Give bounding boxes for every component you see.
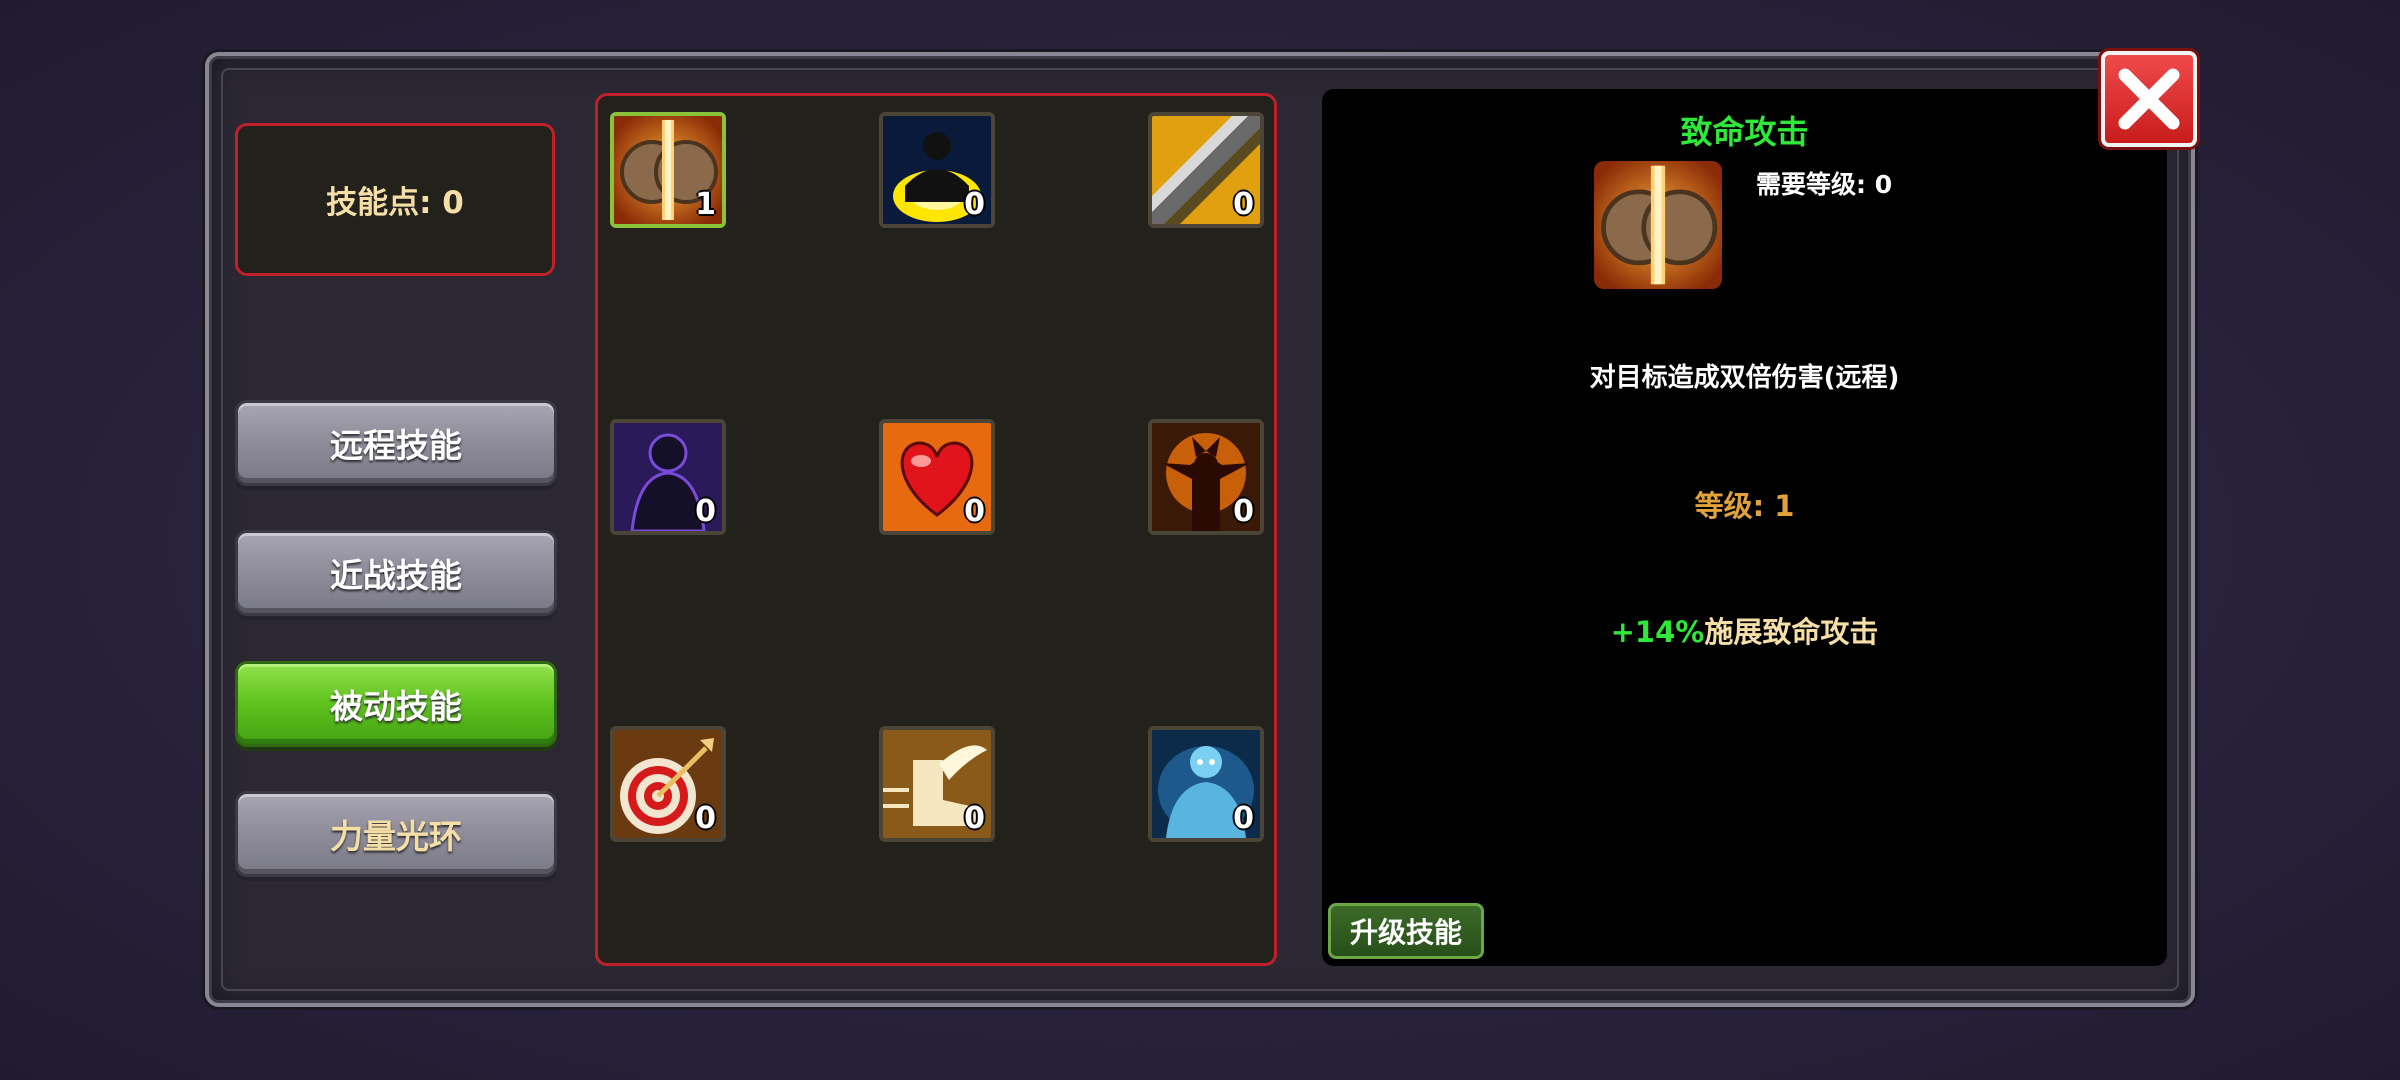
effect-value: +14% — [1610, 615, 1705, 649]
skill-slot-target-dart[interactable]: 0 — [610, 726, 726, 842]
skill-slot-shield-sword[interactable]: 1 — [610, 112, 726, 228]
skill-slot-shadow-figure[interactable]: 0 — [610, 419, 726, 535]
skill-slot-winged-boot[interactable]: 0 — [879, 726, 995, 842]
skill-level: 0 — [964, 494, 985, 529]
close-button[interactable] — [2101, 51, 2197, 147]
tab-melee-skills[interactable]: 近战技能 — [235, 530, 557, 616]
tab-power-aura[interactable]: 力量光环 — [235, 791, 557, 877]
skill-level: 0 — [695, 494, 716, 529]
skill-slot-glowing-warrior[interactable]: 0 — [879, 112, 995, 228]
skill-slot-demon-rage[interactable]: 0 — [1148, 419, 1264, 535]
skill-points-display: 技能点: 0 — [235, 123, 555, 276]
skill-effect: +14%施展致命攻击 — [1322, 609, 2167, 651]
skill-title: 致命攻击 — [1680, 113, 1809, 151]
close-icon — [2118, 68, 2180, 130]
skill-slot-ice-spirit[interactable]: 0 — [1148, 726, 1264, 842]
skill-level: 0 — [964, 801, 985, 836]
skill-detail-panel: 致命攻击 需要等级: 0 对目标造成双倍伤害(远程) 等级: 1 +14%施展致… — [1322, 89, 2167, 966]
skill-level-label: 等级: 1 — [1694, 489, 1795, 523]
required-level: 需要等级: 0 — [1756, 170, 1893, 199]
skill-level: 0 — [695, 801, 716, 836]
tab-passive-skills[interactable]: 被动技能 — [235, 661, 557, 747]
skill-level: 1 — [695, 187, 716, 222]
upgrade-skill-button[interactable]: 升级技能 — [1328, 903, 1484, 959]
effect-text: 施展致命攻击 — [1704, 615, 1879, 649]
skill-slot-golden-blade[interactable]: 0 — [1148, 112, 1264, 228]
skill-description: 对目标造成双倍伤害(远程) — [1589, 363, 1900, 393]
skill-level: 0 — [1233, 187, 1254, 222]
shield-sword-icon — [1594, 161, 1722, 289]
skill-slot-heart[interactable]: 0 — [879, 419, 995, 535]
skill-level: 0 — [1233, 494, 1254, 529]
skill-level: 0 — [1233, 801, 1254, 836]
skill-grid-panel: 1 0 0 0 0 0 0 0 0 — [595, 93, 1277, 966]
tab-ranged-skills[interactable]: 远程技能 — [235, 400, 557, 486]
selected-skill-icon — [1594, 161, 1722, 289]
skill-level: 0 — [964, 187, 985, 222]
